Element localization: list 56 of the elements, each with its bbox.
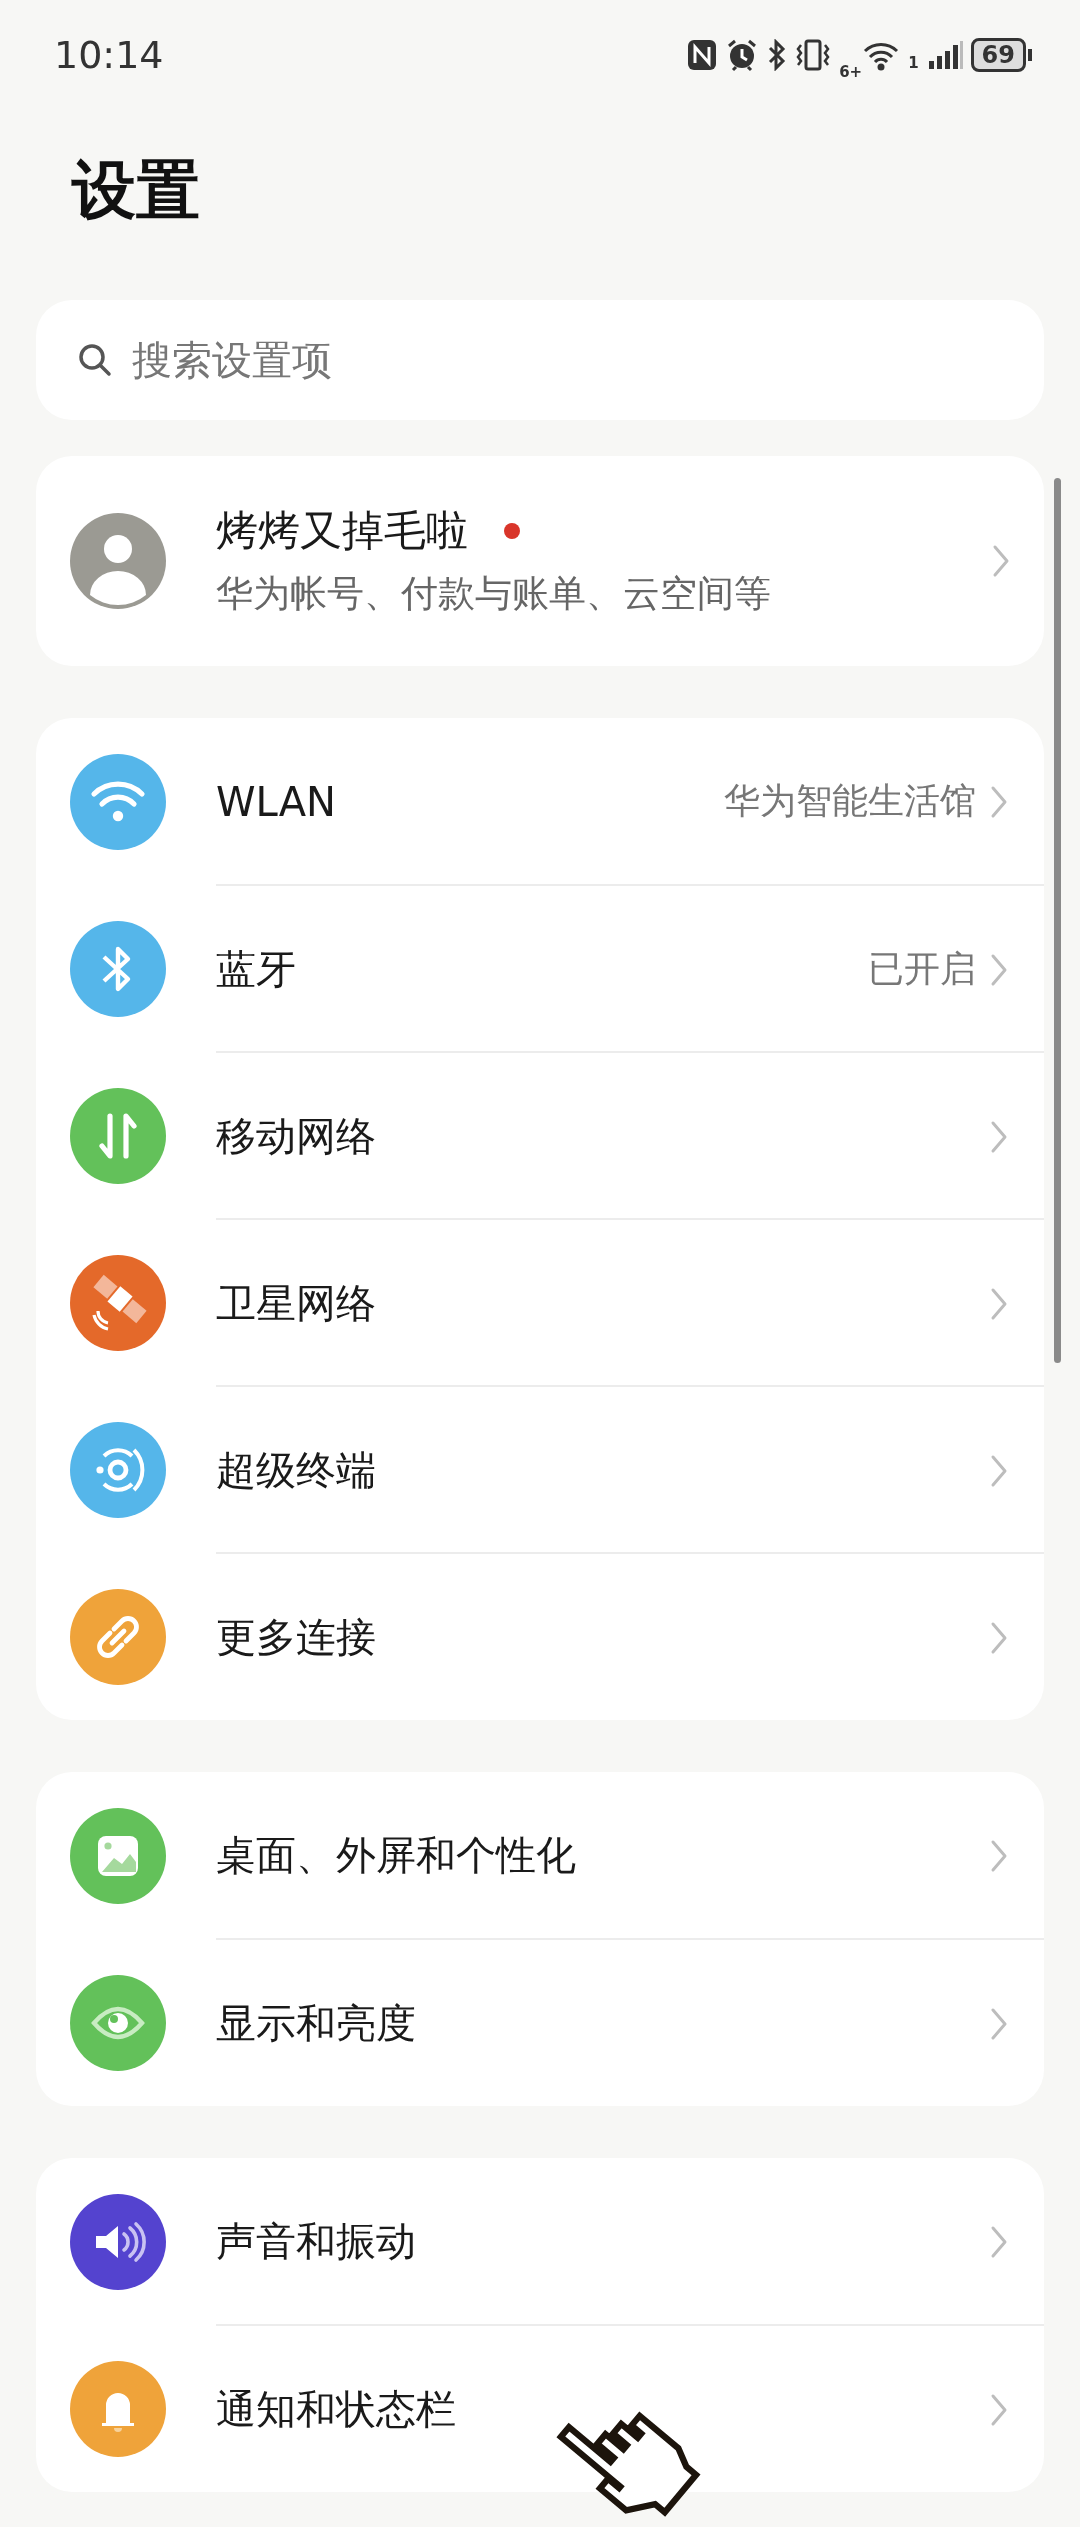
clock: 10:14 xyxy=(54,33,165,77)
signal-icon xyxy=(926,39,963,71)
item-label: 更多连接 xyxy=(216,1613,377,1662)
item-label: 移动网络 xyxy=(216,1112,377,1161)
settings-item[interactable]: WLAN 华为智能生活馆 xyxy=(36,718,1044,885)
chevron-icon xyxy=(990,952,1008,987)
settings-item[interactable]: 声音和振动 xyxy=(36,2158,1044,2325)
chevron-icon xyxy=(990,1453,1008,1488)
account-name: 烤烤又掉毛啦 xyxy=(216,505,468,557)
arrows-icon xyxy=(70,1087,166,1184)
item-label: 卫星网络 xyxy=(216,1279,377,1328)
settings-item[interactable]: 超级终端 xyxy=(36,1386,1044,1553)
speaker-icon xyxy=(70,2193,166,2290)
page-title: 设置 xyxy=(72,152,200,229)
item-value: 华为智能生活馆 xyxy=(724,779,976,823)
network-type-label: 6+ xyxy=(839,63,863,81)
item-label: 蓝牙 xyxy=(216,945,297,994)
settings-item[interactable]: 蓝牙 已开启 xyxy=(36,885,1044,1052)
link-icon xyxy=(70,1588,166,1685)
chevron-icon xyxy=(992,544,1010,578)
chevron-icon xyxy=(990,1119,1008,1154)
sim-label: 1 xyxy=(908,54,919,72)
bluetooth-icon xyxy=(767,39,788,71)
chevron-icon xyxy=(990,2006,1008,2041)
satellite-icon xyxy=(70,1254,166,1351)
chevron-icon xyxy=(990,1838,1008,1873)
chevron-icon xyxy=(990,1286,1008,1321)
settings-item[interactable]: 卫星网络 xyxy=(36,1219,1044,1386)
vibrate-icon xyxy=(795,39,832,71)
item-label: 通知和状态栏 xyxy=(216,2385,457,2434)
chevron-icon xyxy=(990,1620,1008,1655)
bell-icon xyxy=(70,2360,166,2457)
image-icon xyxy=(70,1807,166,1904)
settings-item[interactable]: 移动网络 xyxy=(36,1052,1044,1219)
settings-item[interactable]: 更多连接 xyxy=(36,1553,1044,1720)
search-icon xyxy=(76,341,114,379)
chevron-icon xyxy=(990,784,1008,819)
settings-item[interactable]: 桌面、外屏和个性化 xyxy=(36,1772,1044,1939)
chevron-icon xyxy=(990,2224,1008,2259)
item-label: 超级终端 xyxy=(216,1446,377,1495)
search-field[interactable]: 搜索设置项 xyxy=(36,300,1044,420)
item-label: 显示和亮度 xyxy=(216,1999,417,2048)
settings-item[interactable]: 显示和亮度 xyxy=(36,1939,1044,2106)
account-card[interactable]: 烤烤又掉毛啦 华为帐号、付款与账单、云空间等 xyxy=(36,456,1044,666)
item-label: WLAN xyxy=(216,778,338,825)
nfc-icon xyxy=(687,39,718,71)
item-label: 声音和振动 xyxy=(216,2217,417,2266)
item-value: 已开启 xyxy=(868,947,976,991)
chevron-icon xyxy=(990,2392,1008,2427)
eye-icon xyxy=(70,1974,166,2071)
account-subtitle: 华为帐号、付款与账单、云空间等 xyxy=(216,571,772,617)
avatar-icon xyxy=(70,513,166,609)
orbit-icon xyxy=(70,1421,166,1518)
wifi-icon xyxy=(70,753,166,850)
item-label: 桌面、外屏和个性化 xyxy=(216,1831,577,1880)
bluetooth-icon xyxy=(70,920,166,1017)
